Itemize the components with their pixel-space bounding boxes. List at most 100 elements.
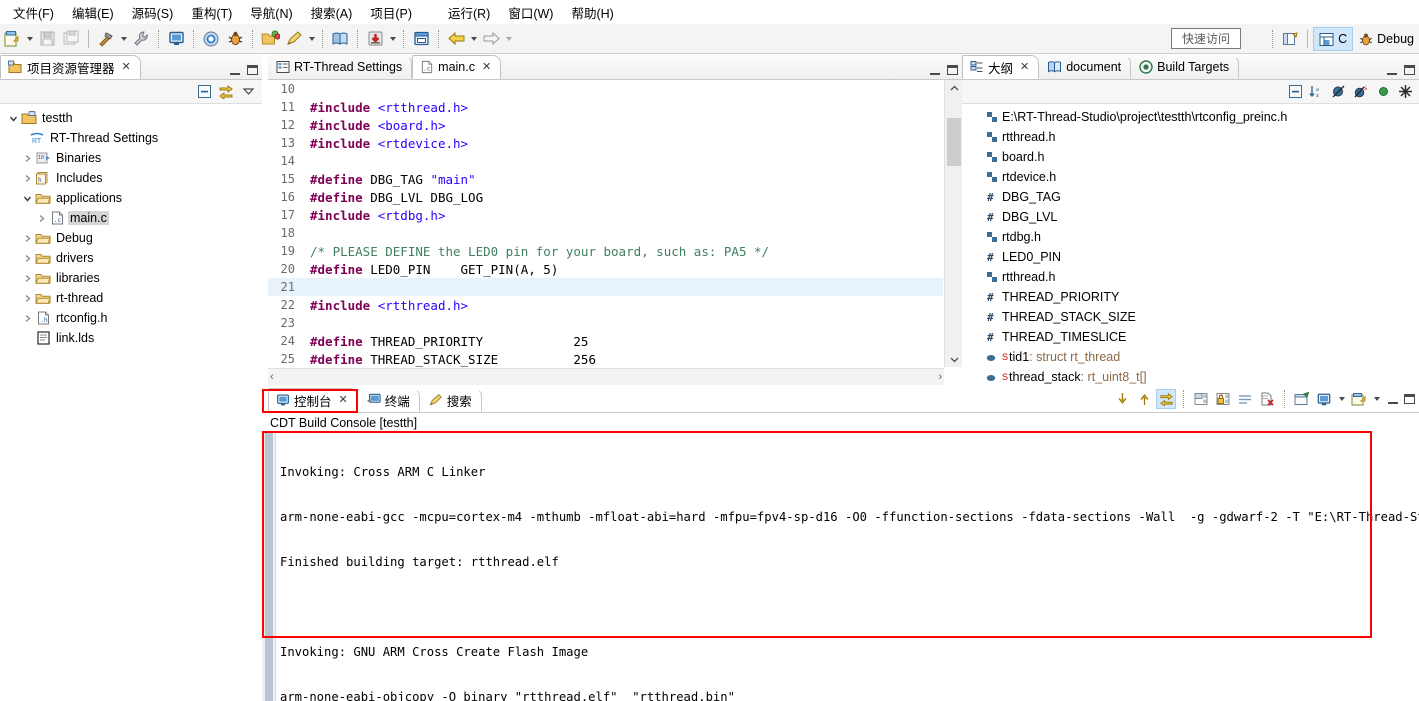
search-pencil-icon[interactable] [283,28,305,50]
menu-item-refactor[interactable]: 重构(T) [182,1,241,24]
perspective-debug[interactable]: Debug [1353,27,1419,51]
editor-horizontal-scrollbar[interactable]: ‹ › [268,368,944,385]
chevron-down-icon[interactable] [6,111,20,125]
minimize-icon[interactable] [930,65,940,75]
back-arrow-icon[interactable] [445,28,467,50]
code-area[interactable]: 10 11 #include <rtthread.h> 12 #include <b… [268,80,943,367]
tree-item-drivers[interactable]: drivers [0,248,262,268]
quick-access-input[interactable]: 快速访问 [1171,28,1241,49]
open-console-icon[interactable] [1349,389,1369,409]
tree-item-rtconfig-h[interactable]: .h rtconfig.h [0,308,262,328]
outline-item[interactable]: # THREAD_TIMESLICE [962,327,1419,347]
tab-console[interactable]: 控制台 ✕ [268,388,358,412]
console-output[interactable]: Invoking: Cross ARM C Linker arm-none-ea… [276,433,1419,701]
chevron-right-icon[interactable] [20,251,34,265]
close-icon[interactable]: ✕ [482,61,491,73]
outline-item[interactable]: # LED0_PIN [962,247,1419,267]
scrollbar-thumb[interactable] [947,118,961,166]
perspective-c[interactable]: C [1313,27,1354,51]
view-menu-icon[interactable] [238,82,258,102]
console-body[interactable]: Invoking: Cross ARM C Linker arm-none-ea… [262,433,1419,701]
clear-console-icon[interactable] [1191,389,1211,409]
debug-bug-icon[interactable] [224,28,246,50]
scroll-down-icon[interactable] [945,351,962,367]
tree-item-applications[interactable]: applications [0,188,262,208]
tab-rt-thread-settings[interactable]: RT-Thread Settings [268,55,413,79]
flash-dropdown-icon[interactable] [387,28,398,50]
tree-item-rt-thread[interactable]: rt-thread [0,288,262,308]
build-hammer-icon[interactable] [95,28,117,50]
scroll-up-arrow-icon[interactable] [1134,389,1154,409]
minimize-icon[interactable] [230,65,240,75]
hide-nonpublic-icon[interactable] [1373,82,1393,102]
tab-terminal[interactable]: 终端 [358,388,420,412]
flash-download-icon[interactable] [364,28,386,50]
hide-static-icon[interactable]: s [1351,82,1371,102]
maximize-icon[interactable] [947,65,958,75]
outline-item[interactable]: # THREAD_STACK_SIZE [962,307,1419,327]
outline-item[interactable]: rtthread.h [962,267,1419,287]
archive-icon[interactable] [410,28,432,50]
tree-item-debug[interactable]: Debug [0,228,262,248]
new-file-icon[interactable] [1,28,23,50]
book-icon[interactable] [329,28,351,50]
chevron-right-icon[interactable] [20,151,34,165]
collapse-all-icon[interactable] [194,82,214,102]
sort-icon[interactable]: az [1307,82,1327,102]
link-with-editor-icon[interactable] [216,82,236,102]
menu-item-window[interactable]: 窗口(W) [499,1,562,24]
menu-item-source[interactable]: 源码(S) [123,1,183,24]
tab-document[interactable]: document [1039,55,1132,79]
tree-item-link-lds[interactable]: link.lds [0,328,262,348]
lock-console-icon[interactable] [1213,389,1233,409]
back-dropdown-icon[interactable] [468,28,479,50]
outline-item[interactable]: board.h [962,147,1419,167]
wrench-icon[interactable] [130,28,152,50]
outline-item[interactable]: # DBG_TAG [962,187,1419,207]
maximize-icon[interactable] [1404,65,1415,75]
console-left-scrollbar[interactable] [262,433,276,701]
close-icon[interactable]: ✕ [122,61,131,73]
save-icon[interactable] [36,28,58,50]
chevron-down-icon[interactable] [20,191,34,205]
chevron-right-icon[interactable] [34,211,48,225]
rt-thread-settings-icon[interactable] [200,28,222,50]
editor-body[interactable]: 10 11 #include <rtthread.h> 12 #include <b… [268,80,962,385]
outline-item[interactable]: rtdevice.h [962,167,1419,187]
remove-console-icon[interactable] [1257,389,1277,409]
display-console-icon[interactable] [1314,389,1334,409]
open-console-dropdown-icon[interactable] [1371,388,1382,410]
outline-item[interactable]: Stid1 : struct rt_thread [962,347,1419,367]
minimize-icon[interactable] [1387,65,1397,75]
outline-menu-icon[interactable] [1395,82,1415,102]
menu-item-search[interactable]: 搜索(A) [302,1,362,24]
menu-item-edit[interactable]: 编辑(E) [63,1,123,24]
scroll-left-icon[interactable]: ‹ [270,371,274,383]
menu-item-project[interactable]: 项目(P) [361,1,421,24]
outline-item[interactable]: # THREAD_PRIORITY [962,287,1419,307]
display-console-dropdown-icon[interactable] [1336,388,1347,410]
tree-item-libraries[interactable]: libraries [0,268,262,288]
scroll-down-arrow-icon[interactable] [1112,389,1132,409]
tree-item-main-c[interactable]: .c main.c [0,208,262,228]
tab-build-targets[interactable]: Build Targets [1131,55,1240,79]
outline-item[interactable]: E:\RT-Thread-Studio\project\testth\rtcon… [962,107,1419,127]
open-terminal-icon[interactable] [165,28,187,50]
chevron-right-icon[interactable] [20,231,34,245]
chevron-right-icon[interactable] [20,291,34,305]
tree-item-testth[interactable]: testth [0,108,262,128]
outline-item[interactable]: rtthread.h [962,127,1419,147]
open-perspective-icon[interactable] [1279,28,1301,50]
outline-item[interactable]: rtdbg.h [962,227,1419,247]
maximize-icon[interactable] [1404,394,1415,404]
collapse-all-icon[interactable] [1285,82,1305,102]
save-all-icon[interactable] [60,28,82,50]
forward-dropdown-icon[interactable] [503,28,514,50]
pin-console-icon[interactable] [1156,389,1176,409]
tree-item-includes[interactable]: h Includes [0,168,262,188]
new-console-view-icon[interactable] [1292,389,1312,409]
open-folder-icon[interactable] [259,28,281,50]
menu-item-navigate[interactable]: 导航(N) [241,1,301,24]
close-icon[interactable]: ✕ [339,394,348,406]
word-wrap-icon[interactable] [1235,389,1255,409]
